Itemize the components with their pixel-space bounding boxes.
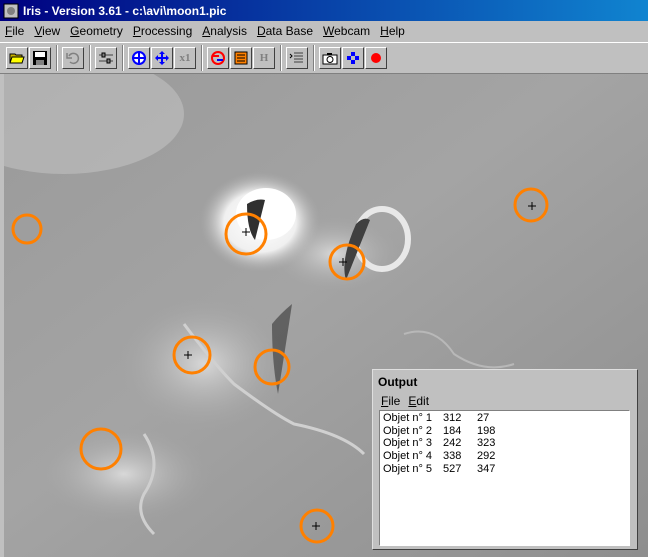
object-label: Objet n° 3 [383,437,433,450]
output-window[interactable]: Output File Edit Objet n° 1 312 27 Objet… [372,369,638,550]
window-title: Iris - Version 3.61 - c:\avi\moon1.pic [23,3,227,18]
save-disk-icon [33,51,47,65]
object-y: 27 [477,412,490,424]
menu-file[interactable]: File [0,24,29,38]
toolbar-separator [201,45,203,71]
histogram-icon: H [259,52,269,64]
palette-icon [234,51,248,65]
output-menu: File Edit [373,390,637,410]
object-x: 527 [443,462,462,475]
output-menu-file[interactable]: File [377,394,404,410]
menu-bar: File View Geometry Processing Analysis D… [0,21,648,41]
menu-analysis[interactable]: Analysis [197,24,252,38]
menu-geometry[interactable]: Geometry [65,24,128,38]
highland-region [34,424,214,524]
object-label: Objet n° 5 [383,462,433,475]
list-item: Objet n° 1 312 27 [383,412,629,425]
highland-region [114,294,294,434]
record-icon [371,53,381,63]
open-button[interactable] [6,47,28,69]
toolbar-separator [280,45,282,71]
zoom-1x-icon: x1 [179,52,191,64]
rotate-button[interactable] [207,47,229,69]
histogram-button[interactable]: H [253,47,275,69]
list-item: Objet n° 5 527 347 [383,463,629,476]
toolbar-separator [313,45,315,71]
menu-webcam[interactable]: Webcam [318,24,375,38]
levels-button[interactable] [95,47,117,69]
list-item: Objet n° 3 242 323 [383,437,629,450]
list-item: Objet n° 2 184 198 [383,425,629,438]
list-item: Objet n° 4 338 292 [383,450,629,463]
object-y: 198 [477,424,496,437]
menu-processing[interactable]: Processing [128,24,197,38]
move-icon [155,51,169,65]
object-x: 338 [443,450,462,463]
move-button[interactable] [151,47,173,69]
object-y: 347 [477,462,496,475]
camera-icon [322,53,338,65]
zoom-1x-button[interactable]: x1 [174,47,196,69]
record-button[interactable] [365,47,387,69]
undo-icon [66,52,80,65]
toolbar-separator [56,45,58,71]
save-button[interactable] [29,47,51,69]
object-x: 184 [443,424,462,437]
menu-help[interactable]: Help [375,24,410,38]
open-folder-icon [9,53,25,64]
object-y: 292 [477,450,496,463]
title-bar[interactable]: Iris - Version 3.61 - c:\avi\moon1.pic [0,0,648,21]
menu-view[interactable]: View [29,24,65,38]
toolbar-separator [89,45,91,71]
menu-database[interactable]: Data Base [252,24,318,38]
toolbar: x1 H [0,42,648,74]
list-button[interactable] [286,47,308,69]
diamond-icon [347,52,359,64]
zoom-in-icon [132,51,146,65]
camera-button[interactable] [319,47,341,69]
output-list[interactable]: Objet n° 1 312 27 Objet n° 2 184 198 Obj… [379,410,630,546]
object-x: 312 [443,412,462,424]
object-label: Objet n° 4 [383,450,433,463]
list-icon [289,52,303,63]
rotate-icon [211,51,225,65]
diamond-button[interactable] [342,47,364,69]
output-title: Output [378,375,418,389]
palette-button[interactable] [230,47,252,69]
object-label: Objet n° 1 [383,412,433,424]
object-y: 323 [477,437,496,450]
undo-button[interactable] [62,47,84,69]
zoom-in-button[interactable] [128,47,150,69]
toolbar-separator [122,45,124,71]
output-menu-edit[interactable]: Edit [404,394,433,410]
levels-icon [99,52,113,64]
object-x: 242 [443,437,462,450]
object-label: Objet n° 2 [383,424,433,437]
app-icon [3,3,19,18]
